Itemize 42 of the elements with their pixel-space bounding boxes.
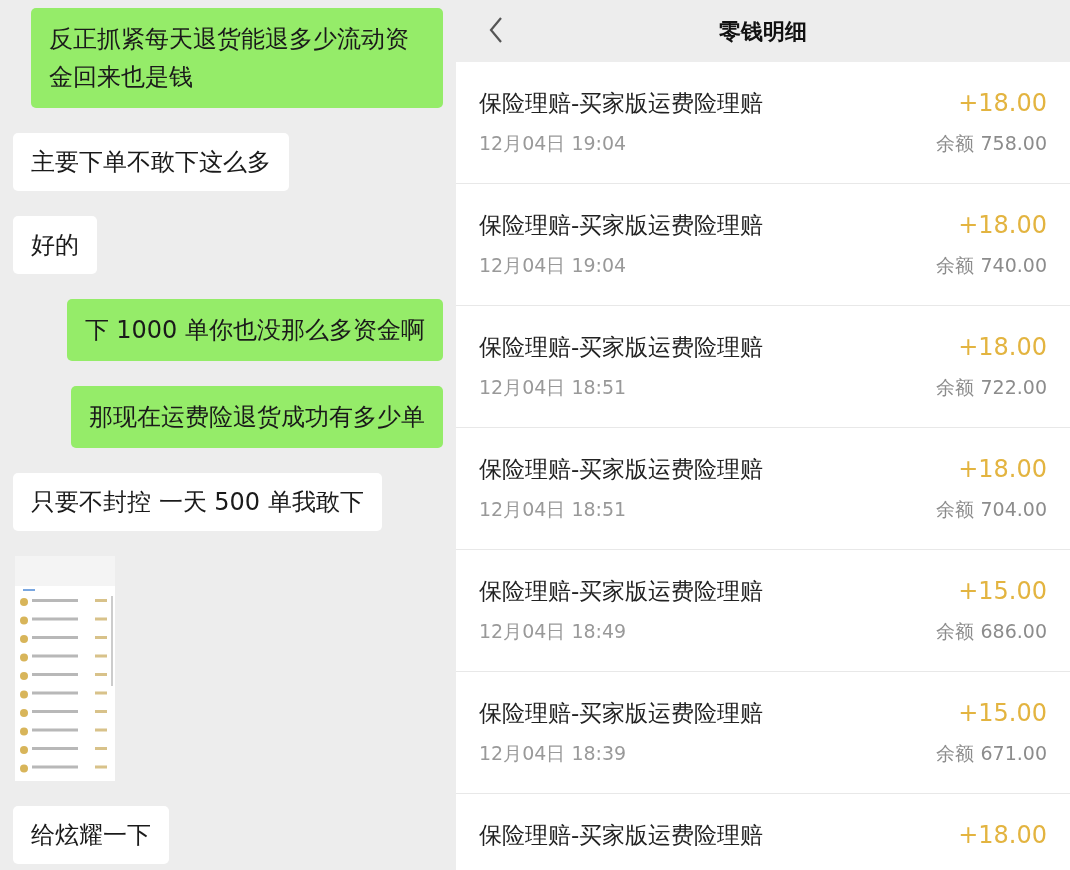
back-icon[interactable]: [489, 17, 503, 43]
transaction-row[interactable]: 保险理赔-买家版运费险理赔 +15.00 12月04日 18:49 余额 686.00: [456, 550, 1070, 672]
transaction-title: 保险理赔-买家版运费险理赔: [479, 698, 764, 728]
transaction-amount: +18.00: [958, 454, 1047, 485]
balance-text: 余额 722.00: [936, 374, 1047, 400]
balance-text: 余额 686.00: [936, 618, 1047, 644]
transaction-row[interactable]: 保险理赔-买家版运费险理赔 +15.00 12月04日 18:39 余额 671.00: [456, 672, 1070, 794]
received-message-bubble: 给炫耀一下: [13, 806, 169, 864]
transaction-amount: +15.00: [958, 698, 1047, 729]
sent-message-bubble: 下 1000 单你也没那么多资金啊: [66, 299, 443, 361]
transaction-title: 保险理赔-买家版运费险理赔: [479, 454, 764, 484]
transaction-time: 12月04日 18:51: [479, 496, 627, 522]
received-message-bubble: 主要下单不敢下这么多: [13, 133, 289, 191]
balance-text: 余额 704.00: [936, 496, 1047, 522]
transaction-amount: +18.00: [958, 210, 1047, 241]
transaction-time: 12月04日 19:04: [479, 130, 627, 156]
transaction-title: 保险理赔-买家版运费险理赔: [479, 210, 764, 240]
transaction-title: 保险理赔-买家版运费险理赔: [479, 820, 764, 850]
transaction-time: 12月04日 18:39: [479, 740, 627, 766]
transaction-time: 12月04日 19:04: [479, 252, 627, 278]
sent-message-bubble: 那现在运费险退货成功有多少单: [71, 386, 443, 448]
transaction-row[interactable]: 保险理赔-买家版运费险理赔 +18.00 12月04日 18:51 余额 704.00: [456, 428, 1070, 550]
transaction-title: 保险理赔-买家版运费险理赔: [479, 576, 764, 606]
balance-text: 余额 758.00: [936, 130, 1047, 156]
balance-text: 余额 740.00: [936, 252, 1047, 278]
transaction-amount: +18.00: [958, 820, 1047, 851]
transaction-title: 保险理赔-买家版运费险理赔: [479, 88, 764, 118]
transaction-row[interactable]: 保险理赔-买家版运费险理赔 +18.00 12月04日 19:04 余额 740.00: [456, 184, 1070, 306]
balance-text: 余额 671.00: [936, 740, 1047, 766]
transaction-time: 12月04日 18:49: [479, 618, 627, 644]
transaction-row[interactable]: 保险理赔-买家版运费险理赔 +18.00 12月04日 18:51 余额 722.00: [456, 306, 1070, 428]
sent-message-bubble: 反正抓紧每天退货能退多少流动资金回来也是钱: [31, 8, 443, 108]
transaction-title: 保险理赔-买家版运费险理赔: [479, 332, 764, 362]
transaction-amount: +15.00: [958, 576, 1047, 607]
transaction-amount: +18.00: [958, 332, 1047, 363]
transaction-amount: +18.00: [958, 88, 1047, 119]
page-title: 零钱明细: [719, 17, 807, 46]
received-message-bubble: 只要不封控 一天 500 单我敢下: [13, 473, 382, 531]
received-message-bubble: 好的: [13, 216, 97, 274]
transaction-row[interactable]: 保险理赔-买家版运费险理赔 +18.00: [456, 794, 1070, 870]
transaction-time: 12月04日 18:51: [479, 374, 627, 400]
transaction-row[interactable]: 保险理赔-买家版运费险理赔 +18.00 12月04日 19:04 余额 758.00: [456, 62, 1070, 184]
